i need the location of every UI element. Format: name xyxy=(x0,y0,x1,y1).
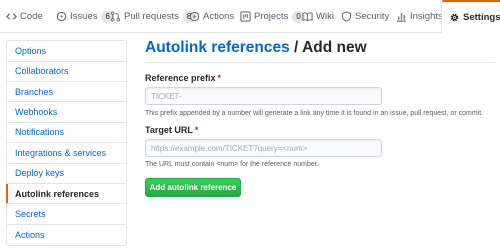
sidebar-item-autolink-references[interactable]: Autolink references xyxy=(6,183,126,205)
target-url-input[interactable] xyxy=(145,139,382,157)
required-marker: * xyxy=(194,125,199,135)
play-icon xyxy=(189,11,200,22)
reference-prefix-label: Reference prefix * xyxy=(145,73,221,83)
tab-actions[interactable]: Actions xyxy=(189,0,234,33)
gear-icon xyxy=(449,12,460,23)
repo-nav: Code Issues 6 Pull requests 8 Actions Pr… xyxy=(0,0,500,34)
page-title-suffix: / Add new xyxy=(289,39,367,56)
pull-request-icon xyxy=(110,11,121,22)
shield-icon xyxy=(341,11,352,22)
reference-prefix-note: This prefix appended by a number will ge… xyxy=(145,110,484,117)
sidebar-item-branches[interactable]: Branches xyxy=(7,82,126,103)
sidebar-item-webhooks[interactable]: Webhooks xyxy=(7,102,126,123)
sidebar-item-notifications[interactable]: Notifications xyxy=(7,123,126,144)
code-icon xyxy=(6,11,17,22)
tab-projects-label: Projects xyxy=(254,11,289,22)
project-icon xyxy=(240,11,251,22)
sidebar-item-integrations-services[interactable]: Integrations & services xyxy=(7,143,126,164)
settings-sidebar: Options Collaborators Branches Webhooks … xyxy=(6,40,127,246)
tab-wiki[interactable]: Wiki xyxy=(302,0,334,33)
sidebar-item-collaborators[interactable]: Collaborators xyxy=(7,61,126,82)
tab-security[interactable]: Security xyxy=(341,0,389,33)
page-title: Autolink references / Add new xyxy=(145,39,367,57)
tab-code[interactable]: Code xyxy=(6,0,43,33)
reference-prefix-input[interactable] xyxy=(145,87,382,105)
reference-prefix-label-text: Reference prefix xyxy=(145,73,216,83)
tab-code-label: Code xyxy=(20,11,43,22)
sidebar-item-secrets[interactable]: Secrets xyxy=(7,204,126,225)
sidebar-item-options[interactable]: Options xyxy=(7,41,126,62)
tab-pull-requests[interactable]: Pull requests 8 xyxy=(110,0,196,33)
target-url-note: The URL must contain <num> for the refer… xyxy=(145,161,319,168)
tab-security-label: Security xyxy=(355,11,390,22)
sidebar-item-actions[interactable]: Actions xyxy=(7,225,126,246)
tab-issues[interactable]: Issues 6 xyxy=(56,0,114,33)
autolink-references-link[interactable]: Autolink references xyxy=(145,39,290,56)
target-url-label: Target URL * xyxy=(145,125,198,135)
tab-actions-label: Actions xyxy=(203,11,235,22)
graph-icon xyxy=(396,11,407,22)
tab-insights[interactable]: Insights xyxy=(396,0,443,33)
required-marker: * xyxy=(217,73,222,83)
tab-wiki-label: Wiki xyxy=(316,11,334,22)
title-divider xyxy=(145,62,494,63)
sidebar-item-deploy-keys[interactable]: Deploy keys xyxy=(7,163,126,184)
tab-settings-label: Settings xyxy=(463,12,500,23)
tab-settings[interactable]: Settings xyxy=(441,0,500,34)
tab-issues-label: Issues xyxy=(70,11,98,22)
add-autolink-reference-button[interactable]: Add autolink reference xyxy=(145,178,241,197)
tab-insights-label: Insights xyxy=(410,11,443,22)
tab-pull-requests-label: Pull requests xyxy=(124,11,179,22)
issue-icon xyxy=(56,11,67,22)
tab-projects[interactable]: Projects 0 xyxy=(240,0,305,33)
book-icon xyxy=(302,11,313,22)
target-url-label-text: Target URL xyxy=(145,125,193,135)
